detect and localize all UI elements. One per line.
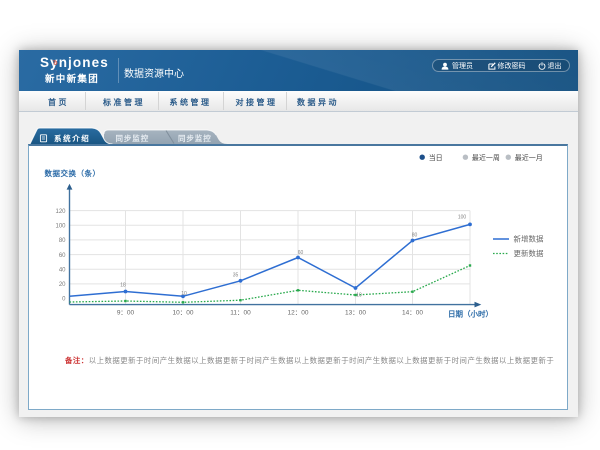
svg-text:14：00: 14：00 <box>402 309 423 316</box>
svg-text:当日: 当日 <box>429 153 443 162</box>
svg-text:18: 18 <box>120 283 126 289</box>
svg-text:10：00: 10：00 <box>173 309 194 316</box>
svg-text:35: 35 <box>233 273 239 279</box>
svg-text:日期（小时）: 日期（小时） <box>448 309 493 319</box>
svg-text:20: 20 <box>59 282 66 288</box>
svg-text:80: 80 <box>412 233 418 239</box>
svg-text:11：00: 11：00 <box>230 309 251 316</box>
svg-text:60: 60 <box>298 250 304 256</box>
svg-text:100: 100 <box>55 224 66 230</box>
svg-text:10: 10 <box>181 291 187 297</box>
svg-text:120: 120 <box>55 209 66 215</box>
svg-text:13：00: 13：00 <box>345 309 366 316</box>
svg-text:12：00: 12：00 <box>288 309 309 316</box>
svg-text:40: 40 <box>59 267 66 273</box>
svg-text:最近一周: 最近一周 <box>472 153 500 162</box>
svg-text:0: 0 <box>62 297 66 303</box>
svg-text:新增数据: 新增数据 <box>514 234 544 244</box>
svg-text:9：00: 9：00 <box>117 309 135 316</box>
svg-text:最近一月: 最近一月 <box>515 153 543 162</box>
svg-text:数据交换（条）: 数据交换（条） <box>45 168 101 178</box>
svg-text:10: 10 <box>356 293 362 299</box>
svg-text:100: 100 <box>458 215 467 221</box>
svg-text:80: 80 <box>59 238 66 244</box>
svg-text:60: 60 <box>59 253 66 259</box>
svg-text:更新数据: 更新数据 <box>514 248 544 258</box>
